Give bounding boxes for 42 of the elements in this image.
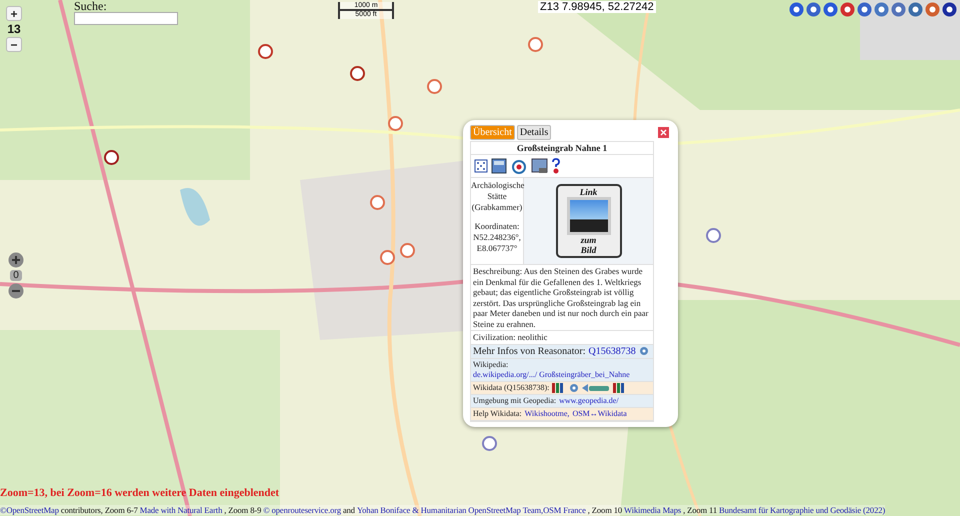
help-link[interactable]: Wikishootme, [524, 408, 570, 418]
wikipedia-link[interactable]: de.wikipedia.org/.../ Großsteingräber_bei_Nahne [473, 370, 630, 380]
help-link[interactable]: OSM↔Wikidata [572, 408, 627, 418]
attribution-text: , Zoom 10 [588, 505, 622, 515]
search-label: Suche: [74, 1, 108, 12]
photo-placeholder [566, 197, 610, 235]
attribution-link[interactable]: Bundesamt für Kartographie und Geodäsie (2022) [719, 505, 886, 515]
gear-icon[interactable] [569, 382, 580, 392]
search-field[interactable] [74, 12, 178, 25]
popup-title: Großsteingrab Nahne 1 [471, 142, 653, 155]
attribution-link[interactable]: © openrouteservice.org [263, 505, 341, 515]
image-link-button[interactable]: Link zum Bild [556, 184, 622, 258]
gear-icon[interactable] [638, 346, 649, 356]
zoom-notice: Zoom=13, bei Zoom=16 werden weitere Daten eingeblendet [0, 487, 280, 499]
attribution-text: contributors, Zoom 6-7 [60, 505, 138, 515]
close-icon[interactable] [658, 127, 669, 138]
zoom-out-button[interactable]: − [6, 37, 22, 52]
zoom-level: 13 [7, 22, 21, 36]
coordinates-label: Z13 7.98945, 52.27242 [538, 1, 656, 13]
help-label: Help Wikidata: [473, 408, 522, 418]
reset-button[interactable]: 0 [10, 270, 22, 281]
attribution-text: , Zoom 8-9 [224, 505, 262, 515]
zoom-in-icon[interactable] [8, 252, 24, 268]
wikipedia-label: Wikipedia: [473, 360, 508, 370]
reasonator-link[interactable]: Q15638738 [588, 346, 636, 356]
attribution-link[interactable]: Made with Natural Earth [140, 505, 222, 515]
attribution-link[interactable]: Yohan Boniface & Humanitarian OpenStreetMap Team,OSM France [356, 505, 586, 515]
description-text: Beschreibung: Aus den Steinen des Grabes wurde ein Denkmal für die Gefallenen des 1. Weltkriegs gebaut; das eigentliche Großsteingrab ist völlig zerstört. Das ursprüngliche Großsteingrab lag ein paar Meter daneben und ist nur noch durch ein paar Steine zu erahnen. [471, 265, 653, 331]
geopedia-label: Umgebung mit Geopedia: [473, 396, 556, 406]
dice-icon[interactable] [474, 159, 488, 173]
popup-tab[interactable]: Details [516, 125, 552, 140]
attribution-text: , Zoom 11 [683, 505, 718, 515]
geopedia-link[interactable]: www.geopedia.de/ [559, 396, 619, 406]
coordinates-text: Koordinaten: N52.248236°, E8.067737° [472, 221, 522, 254]
reasonator-label: Mehr Infos von Reasonator: [473, 346, 586, 356]
attribution-text: and [342, 505, 355, 515]
attribution-link[interactable]: Wikimedia Maps [624, 505, 682, 515]
wikidata-label: Wikidata (Q15638738): [473, 382, 550, 392]
zoom-in-button[interactable]: + [6, 6, 22, 21]
attribution-link[interactable]: ©OpenStreetMap [0, 505, 59, 515]
zoom-out-icon[interactable] [8, 283, 24, 299]
category-text: Archäologische Stätte (Grabkammer) [471, 180, 523, 213]
